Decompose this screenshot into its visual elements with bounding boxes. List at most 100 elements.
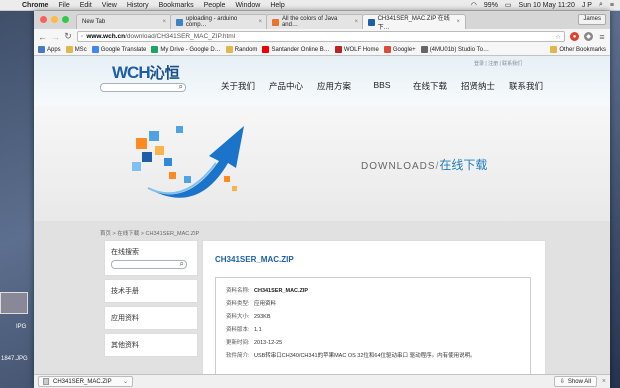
- nav-bbs[interactable]: BBS: [358, 80, 406, 92]
- nav-downloads[interactable]: 在线下载: [406, 80, 454, 92]
- profile-button[interactable]: James: [578, 14, 606, 25]
- desktop-file-label-2[interactable]: 1847.JPG: [1, 356, 28, 362]
- zoom-window-button[interactable]: [62, 16, 69, 23]
- chrome-menu-icon[interactable]: ≡: [598, 32, 606, 42]
- sidebar-search-input[interactable]: ⌕: [111, 259, 187, 269]
- bookmark-label: Google Translate: [100, 46, 147, 53]
- download-filename: CH341SER_MAC.ZIP: [53, 378, 112, 385]
- site-logo[interactable]: WCH沁恒: [112, 62, 180, 83]
- bookmark-my-drive[interactable]: My Drive - Google D…: [151, 46, 221, 53]
- logo-chinese: 沁恒: [149, 65, 180, 82]
- web-page: WCH沁恒 登录 | 注册 | 联系我们 ⌕ 关于我们 产品中心 应用方案 BB…: [34, 56, 610, 374]
- menu-history[interactable]: History: [127, 2, 149, 9]
- page-favicon-icon: [91, 46, 99, 53]
- page-info-icon[interactable]: ▫: [81, 33, 83, 40]
- info-row-description: 软件简介: USB转串口CH340/CH341的苹果MAC OS 32位和64位驱…: [226, 350, 520, 363]
- page-favicon-icon: [383, 46, 391, 53]
- page-favicon-icon: [176, 18, 183, 26]
- nav-contact[interactable]: 联系我们: [502, 80, 550, 92]
- notification-center-icon[interactable]: ≡: [610, 2, 614, 9]
- download-item[interactable]: CH341SER_MAC.ZIP ⌄: [38, 376, 133, 387]
- nav-about[interactable]: 关于我们: [214, 80, 262, 92]
- chevron-down-icon[interactable]: ⌄: [123, 378, 128, 385]
- extension-grey-icon[interactable]: ◆: [584, 32, 593, 41]
- wifi-icon[interactable]: ◠: [471, 1, 477, 9]
- show-all-downloads-button[interactable]: ⇩ Show All: [553, 376, 597, 387]
- bookmarks-bar: Apps MSc Google Translate My Drive - Goo…: [34, 44, 610, 56]
- sidebar-search-title: 在线搜索: [111, 249, 139, 256]
- menu-view[interactable]: View: [102, 2, 117, 9]
- menu-help[interactable]: Help: [270, 2, 284, 9]
- nav-solutions[interactable]: 应用方案: [310, 80, 358, 92]
- desktop-file-thumbnail-1[interactable]: [0, 292, 28, 314]
- header-search-input[interactable]: ⌕: [100, 82, 186, 92]
- bookmark-label: Apps: [47, 46, 61, 53]
- bookmark-studio[interactable]: (4MU01b) Studio To…: [420, 46, 489, 53]
- nav-careers[interactable]: 招贤纳士: [454, 80, 502, 92]
- other-bookmarks[interactable]: Other Bookmarks: [550, 46, 606, 53]
- menu-people[interactable]: People: [204, 2, 226, 9]
- info-value: 293KB: [254, 314, 271, 320]
- bookmark-label: My Drive - Google D…: [160, 46, 221, 53]
- bookmark-google-plus[interactable]: Google+: [383, 46, 416, 53]
- battery-percent[interactable]: 99%: [484, 2, 498, 9]
- address-bar[interactable]: ▫ www.wch.cn /download/CH341SER_MAC_ZIP.…: [77, 31, 565, 42]
- tab-close-icon[interactable]: ×: [258, 19, 262, 25]
- info-row-version: 资料版本: 1.1: [226, 324, 520, 337]
- tab-close-icon[interactable]: ×: [162, 19, 166, 25]
- menu-window[interactable]: Window: [235, 2, 260, 9]
- info-row-type: 资料类型: 应用资料: [226, 298, 520, 311]
- tab-title: uploading - arduino comp…: [185, 16, 238, 28]
- tab-close-icon[interactable]: ×: [354, 19, 358, 25]
- tab-ch341ser-active[interactable]: CH341SER_MAC.ZIP 在线下… ×: [362, 14, 466, 31]
- search-icon[interactable]: ⌕: [180, 259, 184, 269]
- tab-arduino[interactable]: uploading - arduino comp… ×: [170, 14, 268, 29]
- page-favicon-icon: [151, 46, 159, 53]
- spotlight-icon[interactable]: ⌕: [599, 1, 603, 9]
- sidebar-item-app-notes[interactable]: 应用资料: [104, 306, 198, 330]
- menu-edit[interactable]: Edit: [80, 2, 92, 9]
- tab-new-tab[interactable]: New Tab ×: [76, 14, 172, 29]
- bookmark-apps[interactable]: Apps: [38, 46, 61, 53]
- window-controls: [40, 16, 69, 23]
- clock[interactable]: Sun 10 May 11:20: [519, 2, 575, 9]
- bookmark-label: Google+: [392, 46, 416, 53]
- header-top-links[interactable]: 登录 | 注册 | 联系我们: [474, 60, 522, 67]
- user-menu[interactable]: J P: [582, 2, 592, 9]
- sidebar-item-other[interactable]: 其他资料: [104, 333, 198, 357]
- reload-icon[interactable]: ↻: [64, 31, 72, 42]
- bookmark-wolf-home[interactable]: WOLF Home: [334, 46, 379, 53]
- info-row-name: 资料名称: CH341SER_MAC.ZIP: [226, 285, 520, 298]
- breadcrumb[interactable]: 首页 > 在线下载 > CH341SER_MAC.ZIP: [100, 229, 199, 237]
- site-header: WCH沁恒 登录 | 注册 | 联系我们 ⌕ 关于我们 产品中心 应用方案 BB…: [34, 56, 610, 106]
- menu-file[interactable]: File: [58, 2, 69, 9]
- bookmark-google-translate[interactable]: Google Translate: [91, 46, 147, 53]
- sidebar-item-manuals[interactable]: 技术手册: [104, 279, 198, 303]
- extension-red-icon[interactable]: ●: [570, 32, 579, 41]
- close-window-button[interactable]: [40, 16, 47, 23]
- info-key: 资料版本:: [226, 327, 250, 333]
- show-all-label: Show All: [567, 378, 591, 385]
- close-shelf-icon[interactable]: ×: [602, 378, 606, 385]
- menu-bookmarks[interactable]: Bookmarks: [159, 2, 194, 9]
- download-shelf: CH341SER_MAC.ZIP ⌄ ⇩ Show All ×: [34, 374, 610, 388]
- bookmark-santander[interactable]: Santander Online B…: [262, 46, 330, 53]
- bookmark-random[interactable]: Random: [225, 46, 257, 53]
- content-area: 首页 > 在线下载 > CH341SER_MAC.ZIP 在线搜索 ⌕ 技术手册…: [34, 221, 610, 374]
- macos-menu-bar: Chrome File Edit View History Bookmarks …: [0, 0, 620, 11]
- forward-arrow-icon[interactable]: →: [51, 32, 60, 42]
- back-arrow-icon[interactable]: ←: [38, 32, 47, 42]
- banner-chinese: 在线下载: [439, 158, 488, 172]
- nav-products[interactable]: 产品中心: [262, 80, 310, 92]
- tab-java-colors[interactable]: All the colors of Java and… ×: [266, 14, 364, 29]
- menu-chrome[interactable]: Chrome: [22, 2, 48, 9]
- bookmark-star-icon[interactable]: ☆: [555, 33, 561, 41]
- search-icon[interactable]: ⌕: [179, 82, 183, 92]
- minimize-window-button[interactable]: [51, 16, 58, 23]
- battery-icon[interactable]: ▭: [505, 1, 512, 9]
- bookmark-msc[interactable]: MSc: [65, 46, 87, 53]
- tab-close-icon[interactable]: ×: [456, 19, 460, 25]
- bookmark-label: (4MU01b) Studio To…: [429, 46, 489, 53]
- bookmark-label: Other Bookmarks: [559, 46, 606, 53]
- desktop-file-label-1[interactable]: IPG: [16, 324, 26, 330]
